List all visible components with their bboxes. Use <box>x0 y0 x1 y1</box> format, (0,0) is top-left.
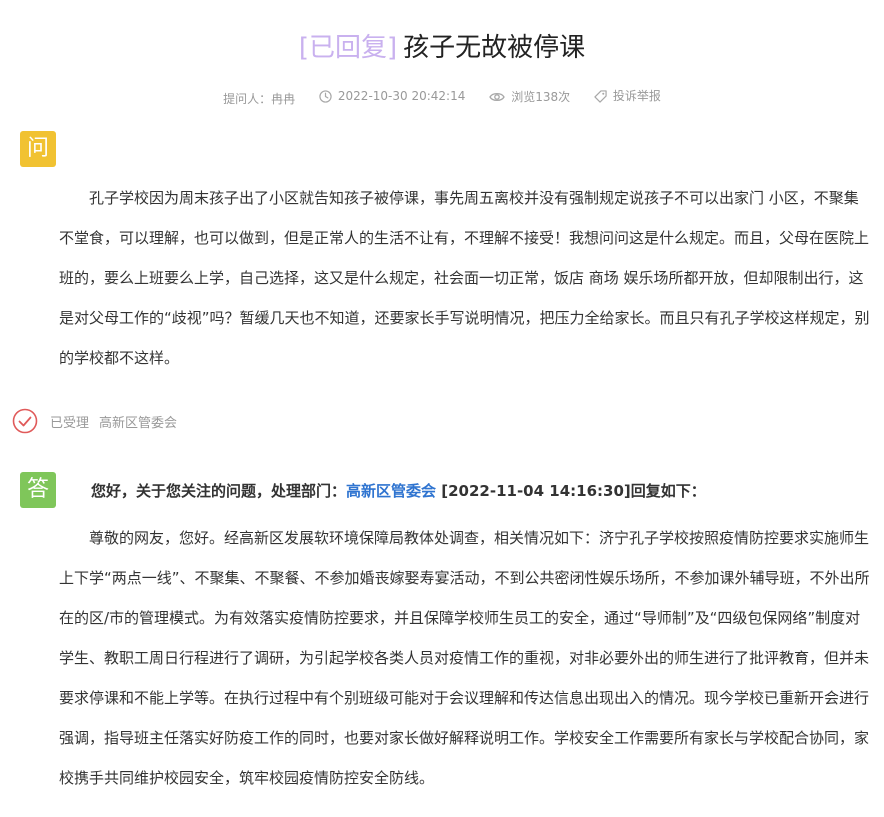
asker-text: 提问人：冉冉 <box>223 91 296 106</box>
reply-status-tag: [已回复] <box>298 33 398 63</box>
question-badge: 问 <box>20 131 56 167</box>
department-link[interactable]: 高新区管委会 <box>346 482 436 500</box>
answer-heading-suffix: [2022-11-04 14:16:30]回复如下： <box>436 482 706 500</box>
page: [已回复] 孩子无故被停课 提问人：冉冉 2022-10-30 20:42:14 … <box>0 0 884 817</box>
report-link[interactable]: 投诉举报 <box>594 86 661 106</box>
page-title: [已回复] 孩子无故被停课 <box>0 30 884 66</box>
clock-icon <box>319 89 332 103</box>
status-label: 已受理 <box>50 415 90 431</box>
status-department: 高新区管委会 <box>99 415 178 431</box>
check-circle-icon <box>12 408 38 434</box>
status-row: 已受理 高新区管委会 <box>12 408 177 434</box>
question-text: 孔子学校因为周末孩子出了小区就告知孩子被停课，事先周五离校并没有强制规定说孩子不… <box>59 189 870 367</box>
answer-text: 尊敬的网友，您好。经高新区发展软环境保障局教体处调查，相关情况如下：济宁孔子学校… <box>59 529 870 787</box>
post-time-text: 2022-10-30 20:42:14 <box>337 89 466 103</box>
title-text: 孩子无故被停课 <box>403 33 586 63</box>
views-text: 浏览138次 <box>511 89 571 104</box>
post-time: 2022-10-30 20:42:14 <box>319 86 465 106</box>
answer-heading-prefix: 您好，关于您关注的问题，处理部门： <box>91 482 347 500</box>
answer-badge: 答 <box>20 472 56 508</box>
tag-icon <box>594 89 607 103</box>
report-text[interactable]: 投诉举报 <box>613 86 661 106</box>
meta-bar: 提问人：冉冉 2022-10-30 20:42:14 浏览138次 投诉举报 <box>0 86 884 109</box>
views: 浏览138次 <box>489 87 570 107</box>
answer-heading: 您好，关于您关注的问题，处理部门：高新区管委会 [2022-11-04 14:1… <box>91 480 706 502</box>
asker: 提问人：冉冉 <box>223 89 295 109</box>
eye-icon <box>489 92 505 101</box>
